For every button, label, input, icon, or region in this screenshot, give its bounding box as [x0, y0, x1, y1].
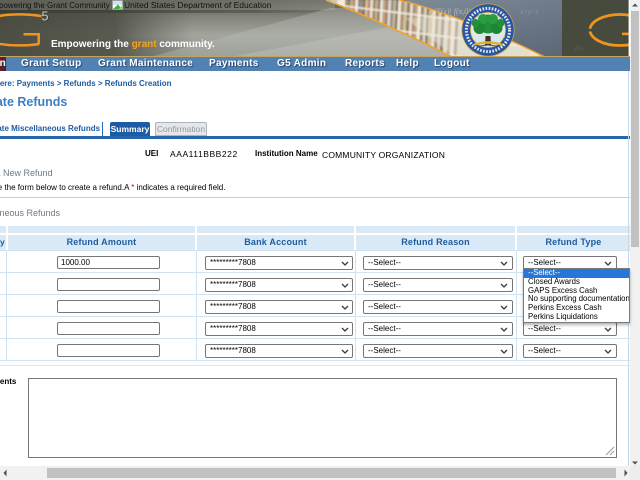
svg-text:Empowering the grant community: Empowering the grant community.: [51, 39, 215, 50]
svg-text:United States Department of Ed: United States Department of Education: [124, 0, 272, 10]
svg-text:5: 5: [42, 10, 49, 24]
svg-text:x+y=z: x+y=z: [519, 8, 539, 16]
svg-text:f(x): f(x): [575, 44, 585, 52]
svg-text:Empowering the Grant Community: Empowering the Grant Community: [0, 1, 110, 10]
